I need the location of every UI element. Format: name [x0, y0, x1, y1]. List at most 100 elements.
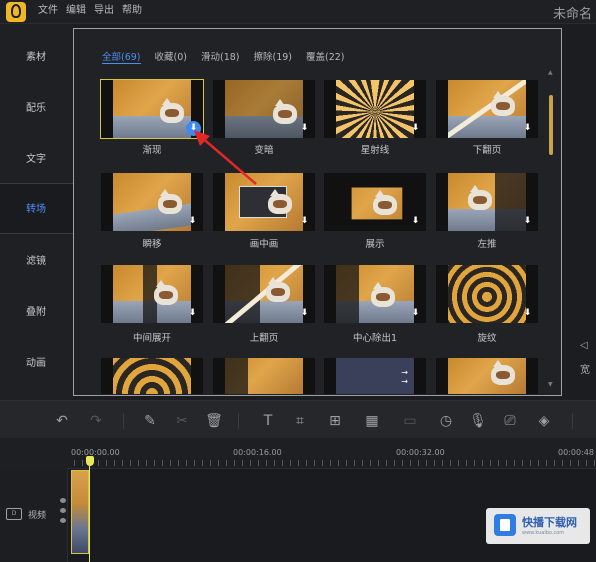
transition-card-page-up[interactable]: ⬇ [213, 265, 315, 323]
toolbar-divider [123, 413, 124, 429]
transition-thumbnail [113, 173, 191, 231]
transition-thumbnail [448, 265, 526, 323]
download-icon[interactable]: ⬇ [410, 216, 421, 227]
tab-slide[interactable]: 滑动(18) [201, 49, 240, 64]
transition-thumbnail [225, 358, 303, 394]
toolbar-divider [238, 413, 239, 429]
transition-card-reveal[interactable]: ⬇ [324, 173, 426, 231]
download-icon[interactable]: ⬇ [299, 123, 310, 134]
redo-icon[interactable]: ↷ [86, 411, 106, 431]
watermark: 快播下载网 www.kuaibo.com [486, 508, 590, 544]
transition-label: 画中画 [249, 239, 279, 250]
download-icon[interactable]: ⬇ [410, 308, 421, 319]
transition-card[interactable] [436, 358, 538, 394]
playhead-line [89, 466, 90, 562]
transition-card[interactable] [213, 358, 315, 394]
menu-export[interactable]: 导出 [94, 4, 122, 18]
video-clip[interactable] [71, 470, 89, 554]
playhead-handle[interactable] [86, 456, 94, 466]
transition-label: 下翻页 [472, 145, 502, 156]
delete-icon[interactable]: 🗑 [204, 411, 224, 431]
transition-card-push-left[interactable]: ⬇ [436, 173, 538, 231]
watermark-logo-icon [494, 514, 516, 536]
transition-card-shift[interactable]: ⬇ [101, 173, 203, 231]
menu-bar: 文件 编辑 导出 帮助 [38, 4, 150, 18]
menu-help[interactable]: 帮助 [122, 4, 150, 18]
timecode-label: 00:00:16.00 [233, 448, 282, 457]
text-icon[interactable]: T [258, 411, 278, 431]
scroll-up-arrow-icon[interactable]: ▲ [548, 69, 553, 76]
download-icon[interactable]: ⬇ [187, 308, 198, 319]
right-edge-label: 宽 [580, 365, 590, 376]
sidebar-item-overlays[interactable]: 叠附 [0, 287, 74, 338]
download-icon[interactable]: ⬇ [299, 308, 310, 319]
tab-cover[interactable]: 覆盖(22) [306, 49, 345, 64]
download-icon[interactable]: ⬇ [410, 123, 421, 134]
video-track-label: 视频 [28, 511, 47, 521]
download-icon[interactable]: ⬇ [522, 308, 533, 319]
transition-label: 旋纹 [477, 333, 497, 344]
download-icon[interactable]: ⬇ [522, 216, 533, 227]
track-visibility-icon[interactable] [60, 498, 66, 503]
transition-label: 渐现 [142, 145, 162, 156]
tab-wipe[interactable]: 擦除(19) [254, 49, 293, 64]
sidebar-item-transitions[interactable]: 转场 [0, 183, 74, 234]
window-title: 未命名 [552, 7, 592, 22]
transition-thumbnail [336, 265, 414, 323]
transition-card-center-out[interactable]: ⬇ [324, 265, 426, 323]
transition-card-fade-in[interactable]: ⬇ [100, 79, 204, 139]
edit-toolbar: ↶ ↷ ✎ ✂ 🗑 T ⌗ ⊞ ▦ ▭ ◷ 🎙 ⎚ ◈ [0, 400, 596, 438]
transition-thumbnail [225, 265, 303, 323]
mosaic-icon[interactable]: ▦ [362, 411, 382, 431]
subtitle-icon[interactable]: ▭ [400, 411, 420, 431]
scissors-icon[interactable]: ✂ [172, 411, 192, 431]
transition-thumbnail [336, 173, 414, 231]
transition-label: 中间展开 [132, 333, 171, 344]
transition-label: 瞬移 [142, 239, 162, 250]
transition-card[interactable] [101, 358, 203, 394]
scroll-down-arrow-icon[interactable]: ▼ [548, 381, 553, 388]
transition-thumbnail [113, 265, 191, 323]
screen-record-icon[interactable]: ⎚ [500, 411, 520, 431]
transition-card-swirl[interactable]: ⬇ [436, 265, 538, 323]
right-panel-edge: ◁ 宽 [580, 340, 590, 376]
transition-label: 展示 [365, 239, 385, 250]
download-icon[interactable]: ⬇ [299, 216, 310, 227]
title-bar: 文件 编辑 导出 帮助 未命名 [0, 0, 596, 24]
menu-edit[interactable]: 编辑 [66, 4, 94, 18]
add-frame-icon[interactable]: ⊞ [325, 411, 345, 431]
menu-file[interactable]: 文件 [38, 4, 66, 18]
transition-card-page-down[interactable]: ⬇ [436, 80, 538, 138]
crop-icon[interactable]: ⌗ [290, 411, 310, 431]
panel-scrollbar[interactable] [549, 95, 553, 155]
download-icon[interactable]: ⬇ [522, 123, 533, 134]
sidebar: 素材 配乐 文字 转场 滤镜 叠附 动画 [0, 24, 74, 400]
transition-card-middle-expand[interactable]: ⬇ [101, 265, 203, 323]
video-track-header: D 视频 [0, 468, 68, 562]
app-logo-icon [6, 2, 26, 22]
speed-icon[interactable]: ◷ [436, 411, 456, 431]
transition-label: 上翻页 [249, 333, 279, 344]
watermark-title: 快播下载网 [522, 516, 577, 529]
fill-icon[interactable]: ◈ [534, 411, 554, 431]
mic-icon[interactable]: 🎙 [468, 411, 488, 431]
transition-card-star-rays[interactable]: ⬇ [324, 80, 426, 138]
sidebar-item-materials[interactable]: 素材 [0, 32, 74, 83]
sidebar-item-filters[interactable]: 滤镜 [0, 236, 74, 287]
ruler-ticks [74, 460, 596, 466]
sidebar-item-text[interactable]: 文字 [0, 134, 74, 185]
track-lock-icon[interactable] [60, 508, 66, 513]
download-icon[interactable]: ⬇ [187, 216, 198, 227]
tab-all[interactable]: 全部(69) [102, 49, 141, 64]
transition-card[interactable]: → → [324, 358, 426, 394]
track-mute-icon[interactable] [60, 518, 66, 523]
transition-label: 星射线 [360, 145, 390, 156]
sidebar-item-animation[interactable]: 动画 [0, 338, 74, 389]
collapse-left-icon[interactable]: ◁ [580, 340, 590, 351]
transition-thumbnail [336, 80, 414, 138]
sidebar-item-music[interactable]: 配乐 [0, 83, 74, 134]
tab-favorites[interactable]: 收藏(0) [155, 49, 187, 64]
category-tabs: 全部(69) 收藏(0) 滑动(18) 擦除(19) 覆盖(22) [102, 49, 359, 64]
undo-icon[interactable]: ↶ [52, 411, 72, 431]
pen-icon[interactable]: ✎ [140, 411, 160, 431]
